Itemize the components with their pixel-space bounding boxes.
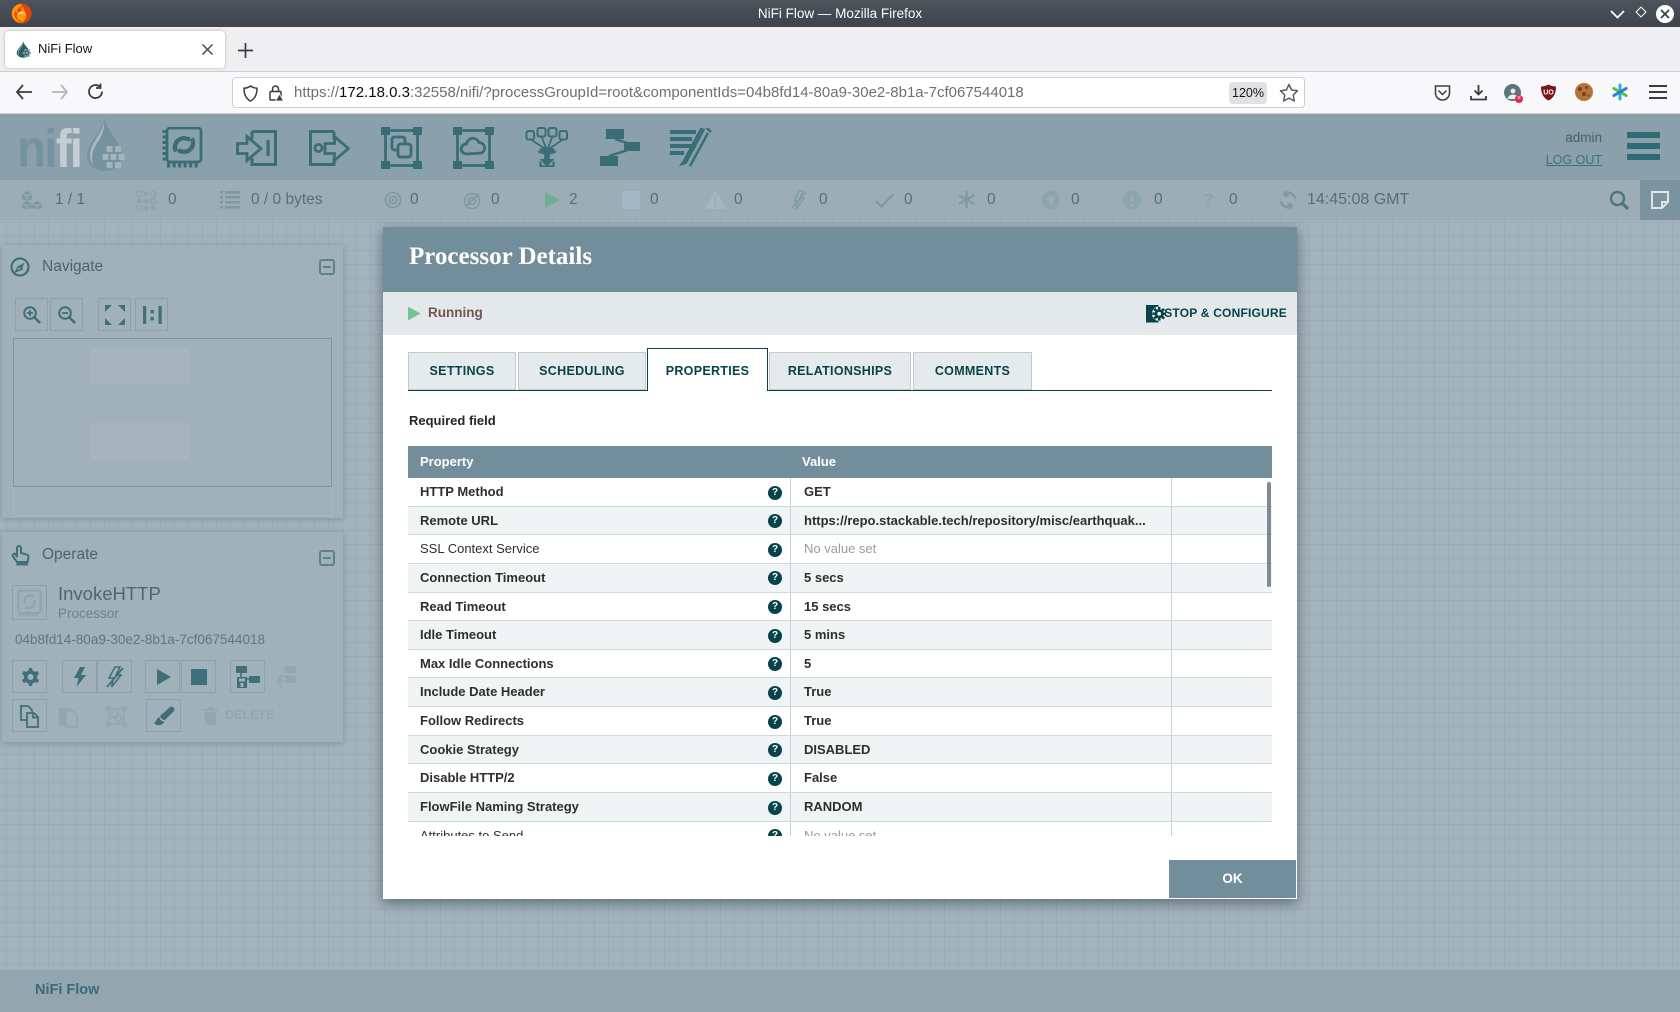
svg-text:UO: UO xyxy=(1543,90,1554,97)
